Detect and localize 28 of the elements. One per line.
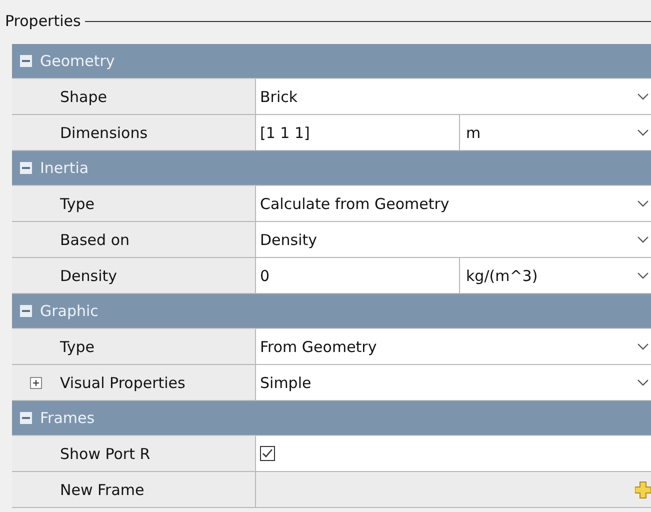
- collapse-icon[interactable]: [20, 305, 32, 317]
- unit-dropdown[interactable]: m: [459, 115, 637, 150]
- chevron-down-icon[interactable]: [637, 128, 649, 136]
- checkbox[interactable]: [260, 446, 275, 461]
- chevron-down-icon[interactable]: [637, 236, 649, 244]
- property-label: Type: [60, 338, 94, 356]
- collapse-icon[interactable]: [20, 162, 32, 174]
- value-field[interactable]: [1 1 1]: [256, 115, 459, 150]
- plus-icon[interactable]: [635, 480, 651, 498]
- chevron-down-icon[interactable]: [637, 272, 649, 280]
- property-label: Based on: [60, 230, 130, 248]
- collapse-icon[interactable]: [20, 55, 32, 67]
- property-label: Show Port R: [60, 444, 150, 462]
- property-label: Density: [60, 266, 118, 284]
- property-label: New Frame: [60, 480, 144, 498]
- chevron-down-icon[interactable]: [637, 342, 649, 350]
- chevron-down-icon[interactable]: [637, 92, 649, 100]
- chevron-down-icon[interactable]: [637, 200, 649, 208]
- property-label: Dimensions: [60, 124, 148, 142]
- value-field[interactable]: 0: [256, 258, 459, 293]
- panel-title: Properties: [5, 12, 81, 30]
- chevron-down-icon[interactable]: [637, 378, 649, 386]
- collapse-icon[interactable]: [20, 412, 32, 424]
- unit-dropdown[interactable]: kg/(m^3): [459, 258, 637, 293]
- property-label: Type: [60, 194, 94, 212]
- property-label: Shape: [60, 88, 107, 106]
- property-label: Visual Properties: [60, 374, 186, 392]
- expand-icon[interactable]: [30, 376, 42, 388]
